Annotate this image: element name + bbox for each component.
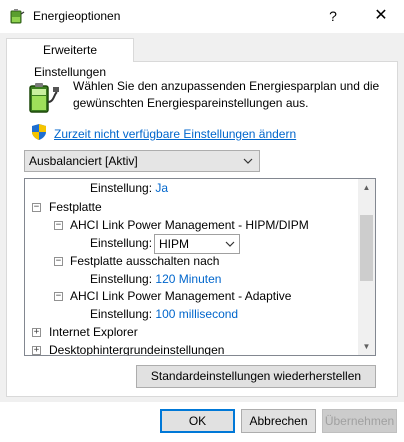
power-plan-select[interactable]: Ausbalanciert [Aktiv] bbox=[24, 150, 260, 172]
tree-item-festplatte[interactable]: Festplatte bbox=[49, 198, 102, 216]
setting-label: Einstellung: bbox=[90, 272, 153, 286]
ahci-hipm-setting-value: HIPM bbox=[159, 237, 189, 251]
expand-desktop-background-toggle[interactable]: + bbox=[32, 346, 41, 355]
scrollbar-thumb[interactable] bbox=[360, 215, 373, 281]
power-plan-value: Ausbalanciert [Aktiv] bbox=[29, 154, 138, 168]
tree-item-desktop-background[interactable]: Desktophintergrundeinstellungen bbox=[49, 341, 224, 355]
battery-plug-icon bbox=[10, 9, 25, 24]
intro-text: Wählen Sie den anzupassenden Energiespar… bbox=[73, 79, 380, 110]
tree-item-internet-explorer[interactable]: Internet Explorer bbox=[49, 323, 138, 341]
settings-tree[interactable]: Einstellung: Ja − Festplatte − AHCI Link… bbox=[24, 178, 376, 356]
battery-icon bbox=[29, 83, 59, 113]
uac-shield-icon bbox=[32, 124, 46, 140]
settings-tree-content: Einstellung: Ja − Festplatte − AHCI Link… bbox=[25, 179, 359, 355]
title-bar: Energieoptionen ? ✕ bbox=[0, 0, 404, 33]
chevron-down-icon bbox=[225, 241, 235, 247]
scroll-down-arrow-icon[interactable]: ▼ bbox=[358, 338, 375, 355]
help-button[interactable]: ? bbox=[310, 0, 356, 32]
expand-internet-explorer-toggle[interactable]: + bbox=[32, 328, 41, 337]
ok-button[interactable]: OK bbox=[160, 409, 235, 433]
tree-setting-row: Einstellung: 100 millisecond bbox=[90, 305, 238, 323]
setting-label: Einstellung: bbox=[90, 236, 153, 250]
setting-label: Einstellung: bbox=[90, 181, 153, 195]
tree-setting-row: Einstellung: 120 Minuten bbox=[90, 270, 221, 288]
chevron-down-icon bbox=[243, 158, 253, 164]
tree-item-disk-off-after[interactable]: Festplatte ausschalten nach bbox=[70, 252, 219, 270]
close-button[interactable]: ✕ bbox=[358, 0, 404, 32]
restore-defaults-button[interactable]: Standardeinstellungen wiederherstellen bbox=[136, 365, 376, 388]
tree-scrollbar[interactable]: ▲ ▼ bbox=[358, 179, 375, 355]
scroll-up-arrow-icon[interactable]: ▲ bbox=[358, 179, 375, 196]
tab-advanced-settings[interactable]: Erweiterte Einstellungen bbox=[6, 38, 134, 79]
setting-label: Einstellung: bbox=[90, 307, 153, 321]
collapse-disk-off-toggle[interactable]: − bbox=[54, 257, 63, 266]
collapse-festplatte-toggle[interactable]: − bbox=[32, 203, 41, 212]
window-title: Energieoptionen bbox=[33, 9, 121, 23]
collapse-ahci-hipm-toggle[interactable]: − bbox=[54, 221, 63, 230]
collapse-ahci-adaptive-toggle[interactable]: − bbox=[54, 292, 63, 301]
setting-value[interactable]: 100 millisecond bbox=[155, 307, 238, 321]
tree-item-ahci-adaptive[interactable]: AHCI Link Power Management - Adaptive bbox=[70, 287, 291, 305]
tree-setting-row: Einstellung: Ja bbox=[90, 179, 168, 197]
setting-value[interactable]: 120 Minuten bbox=[155, 272, 221, 286]
setting-value[interactable]: Ja bbox=[155, 181, 168, 195]
tree-setting-row: Einstellung: bbox=[90, 234, 152, 252]
apply-button[interactable]: Übernehmen bbox=[322, 409, 397, 433]
tree-item-ahci-hipm-dipm[interactable]: AHCI Link Power Management - HIPM/DIPM bbox=[70, 216, 309, 234]
ahci-hipm-setting-select[interactable]: HIPM bbox=[154, 234, 240, 254]
cancel-button[interactable]: Abbrechen bbox=[241, 409, 316, 433]
change-unavailable-settings-link[interactable]: Zurzeit nicht verfügbare Einstellungen ä… bbox=[54, 127, 296, 141]
